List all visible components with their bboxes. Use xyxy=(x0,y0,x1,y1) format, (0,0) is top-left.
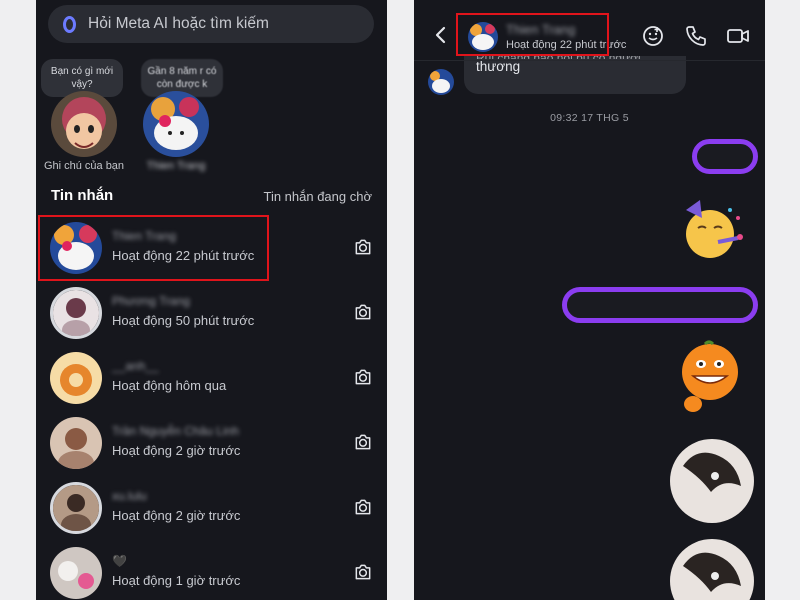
chat-status: Hoạt động 2 giờ trước xyxy=(112,508,241,523)
phone-icon[interactable] xyxy=(684,24,708,48)
party-emoji-sticker xyxy=(686,200,743,258)
cat-sticker xyxy=(670,539,754,600)
sender-avatar[interactable] xyxy=(428,69,454,95)
conversation-header: Thien Trang Hoạt động 22 phút trước xyxy=(414,0,765,56)
chat-name: 🖤 xyxy=(112,554,127,568)
meta-ai-icon xyxy=(63,15,76,33)
chat-status: Hoạt động 50 phút trước xyxy=(112,313,255,328)
camera-icon[interactable] xyxy=(353,237,373,257)
camera-icon[interactable] xyxy=(353,302,373,322)
own-note-label: Ghi chú của bạn xyxy=(43,160,125,172)
redacted-message xyxy=(692,139,758,174)
chat-status: Hoạt động 1 giờ trước xyxy=(112,573,241,588)
friend-note-label: Thien Trang xyxy=(146,160,206,172)
message-timestamp: 09:32 17 THG 5 xyxy=(550,112,629,124)
chat-name: xu.lulu xyxy=(112,489,147,503)
chat-name: __anh__ xyxy=(112,359,159,373)
highlight-box xyxy=(456,13,609,56)
camera-icon[interactable] xyxy=(353,562,373,582)
video-call-icon[interactable] xyxy=(726,24,750,48)
incoming-message-line2: thương xyxy=(476,59,521,74)
stickers-icon[interactable] xyxy=(641,24,665,48)
cat-sticker xyxy=(670,439,754,523)
chat-avatar xyxy=(50,417,102,469)
chat-status: Hoạt động 2 giờ trước xyxy=(112,443,241,458)
chat-row[interactable]: __anh__ Hoạt động hôm qua xyxy=(36,345,387,409)
highlight-box xyxy=(38,215,269,281)
chat-row[interactable]: Trần Nguyễn Châu Linh Hoạt động 2 giờ tr… xyxy=(36,410,387,474)
header-divider xyxy=(414,60,765,61)
chat-row[interactable]: Phương Trang Hoạt động 50 phút trước xyxy=(36,280,387,344)
chat-list-screen: Hỏi Meta AI hoặc tìm kiếm Bạn có gì mới … xyxy=(36,0,387,600)
incoming-message: Rủi chẳng nào nói bù cỏ người thương xyxy=(464,50,686,94)
chat-avatar xyxy=(50,352,102,404)
camera-icon[interactable] xyxy=(353,497,373,517)
camera-icon[interactable] xyxy=(353,432,373,452)
search-bar[interactable]: Hỏi Meta AI hoặc tìm kiếm xyxy=(48,5,374,43)
own-avatar[interactable] xyxy=(51,91,117,157)
chat-avatar xyxy=(50,287,102,339)
orange-sticker xyxy=(682,340,738,412)
messages-title: Tin nhắn xyxy=(51,187,114,204)
chat-status: Hoạt động hôm qua xyxy=(112,378,227,393)
conversation-screen: Rủi chẳng nào nói bù cỏ người thương Thi… xyxy=(414,0,765,600)
chat-avatar xyxy=(50,547,102,599)
chat-name: Phương Trang xyxy=(112,294,190,308)
chat-row[interactable]: 🖤 Hoạt động 1 giờ trước xyxy=(36,540,387,600)
pending-messages-link[interactable]: Tin nhắn đang chờ xyxy=(263,189,372,204)
chat-avatar xyxy=(50,482,102,534)
redacted-message xyxy=(562,287,758,323)
chat-row[interactable]: xu.lulu Hoạt động 2 giờ trước xyxy=(36,475,387,539)
friend-avatar[interactable] xyxy=(143,91,209,157)
chat-name: Trần Nguyễn Châu Linh xyxy=(112,424,239,438)
camera-icon[interactable] xyxy=(353,367,373,387)
search-input[interactable]: Hỏi Meta AI hoặc tìm kiếm xyxy=(88,15,269,33)
back-arrow-icon[interactable] xyxy=(434,26,446,44)
